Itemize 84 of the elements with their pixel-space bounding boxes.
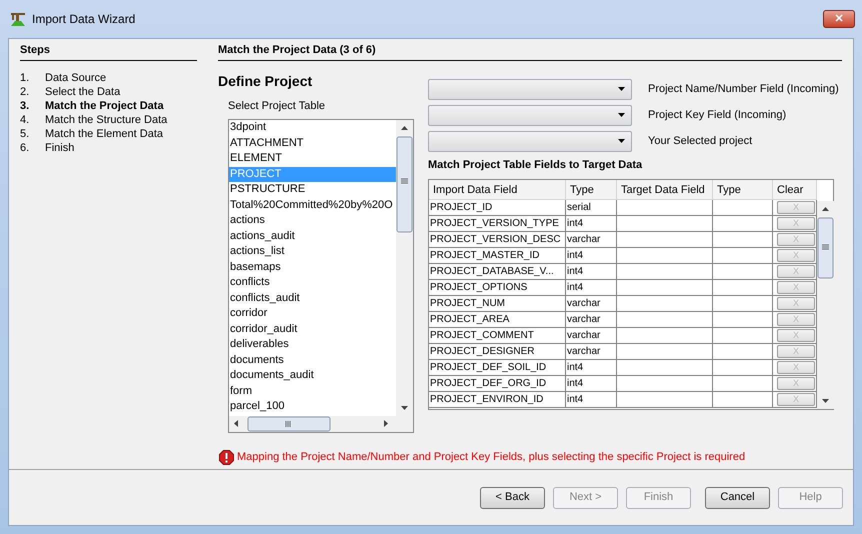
table-cell: varchar [566, 344, 617, 359]
error-message: Mapping the Project Name/Number and Project Key Fields, plus selecting the specific Project is required [237, 450, 746, 465]
horizontal-scrollbar[interactable] [229, 416, 413, 432]
dropdown-label: Your Selected project [648, 134, 752, 150]
vertical-scrollbar[interactable] [817, 201, 834, 409]
window-title: Import Data Wizard [32, 11, 136, 28]
table-cell: PROJECT_VERSION_DESC [429, 232, 566, 247]
table-cell: varchar [566, 328, 617, 343]
list-item[interactable]: Total%20Committed%20by%20O [229, 198, 396, 213]
column-header: Import Data Field [429, 180, 566, 199]
table-cell: varchar [566, 312, 617, 327]
step-number: 4. [20, 112, 30, 126]
table-cell: int4 [566, 216, 617, 231]
step-label: Match the Project Data [45, 98, 164, 112]
list-item[interactable]: corridor [229, 306, 396, 322]
table-cell: PROJECT_DEF_SOIL_ID [429, 360, 566, 375]
table-cell: varchar [566, 232, 617, 247]
list-item[interactable]: documents_audit [229, 368, 396, 384]
step-label: Data Source [45, 70, 106, 84]
list-item[interactable]: actions [229, 213, 396, 228]
step-number: 3. [20, 98, 30, 112]
list-item[interactable]: conflicts_audit [229, 290, 396, 306]
step-number: 2. [20, 84, 30, 98]
vertical-scrollbar[interactable] [396, 120, 413, 416]
dropdown-label: Project Key Field (Incoming) [648, 108, 786, 124]
table-cell: PROJECT_AREA [429, 312, 566, 327]
step-label: Match the Element Data [45, 126, 164, 140]
table-cell: int4 [566, 392, 617, 407]
error-icon [219, 450, 234, 464]
table-cell: int4 [566, 360, 617, 375]
list-item[interactable]: actions_list [229, 244, 396, 260]
dropdown[interactable] [428, 105, 632, 126]
step-number: 5. [20, 126, 30, 140]
list-item[interactable]: ATTACHMENT [229, 136, 396, 151]
list-item[interactable]: basemaps [229, 260, 396, 275]
column-header: Type [713, 180, 773, 199]
list-item[interactable]: documents [229, 352, 396, 368]
table-cell: PROJECT_ENVIRON_ID [429, 392, 566, 407]
table-cell: PROJECT_NUM [429, 296, 566, 311]
column-header: Clear [773, 180, 817, 199]
list-item[interactable]: parcel_100 [229, 399, 396, 414]
table-cell: PROJECT_ID [429, 200, 566, 215]
back-button[interactable]: < Back [480, 486, 545, 508]
column-header: Target Data Field [617, 180, 713, 199]
step-number: 1. [20, 70, 30, 84]
dropdown-arrow-icon [618, 113, 626, 118]
list-item[interactable]: form [229, 384, 396, 399]
table-cell: serial [566, 200, 617, 215]
table-cell: int4 [566, 248, 617, 263]
dropdown-arrow-icon [618, 87, 626, 92]
column-header: Type [566, 180, 617, 199]
step-label: Match the Structure Data [45, 112, 168, 126]
table-cell: PROJECT_VERSION_TYPE [429, 216, 566, 231]
table-cell: PROJECT_DESIGNER [429, 344, 566, 359]
table-cell: PROJECT_MASTER_ID [429, 248, 566, 263]
dropdown[interactable] [428, 131, 632, 152]
step-label: Finish [45, 140, 74, 154]
steps-heading: Steps [20, 42, 197, 60]
table-cell: PROJECT_OPTIONS [429, 280, 566, 295]
dropdown-arrow-icon [618, 139, 626, 144]
step-label: Select the Data [45, 84, 120, 98]
app-icon [10, 11, 26, 27]
page-heading: Match the Project Data (3 of 6) [218, 42, 842, 60]
cancel-button[interactable]: Cancel [705, 486, 770, 508]
list-item[interactable]: 3dpoint [229, 120, 396, 136]
list-item[interactable]: actions_audit [229, 228, 396, 244]
table-cell: int4 [566, 264, 617, 279]
table-cell: PROJECT_COMMENT [429, 328, 566, 343]
mapping-heading: Match Project Table Fields to Target Data [428, 158, 644, 172]
table-cell: int4 [566, 376, 617, 391]
table-cell: PROJECT_DEF_ORG_ID [429, 376, 566, 391]
table-cell: PROJECT_DATABASE_V... [429, 264, 566, 279]
dropdown[interactable] [428, 79, 632, 100]
list-item[interactable]: ELEMENT [229, 151, 396, 166]
section-title: Define Project [218, 72, 312, 91]
list-item[interactable]: conflicts [229, 275, 396, 290]
list-item[interactable]: corridor_audit [229, 322, 396, 337]
step-number: 6. [20, 140, 30, 154]
table-cell: varchar [566, 296, 617, 311]
list-item[interactable]: PSTRUCTURE [229, 182, 396, 198]
dropdown-label: Project Name/Number Field (Incoming) [648, 82, 839, 98]
list-item[interactable]: deliverables [229, 337, 396, 352]
table-cell: int4 [566, 280, 617, 295]
list-label: Select Project Table [228, 98, 326, 114]
